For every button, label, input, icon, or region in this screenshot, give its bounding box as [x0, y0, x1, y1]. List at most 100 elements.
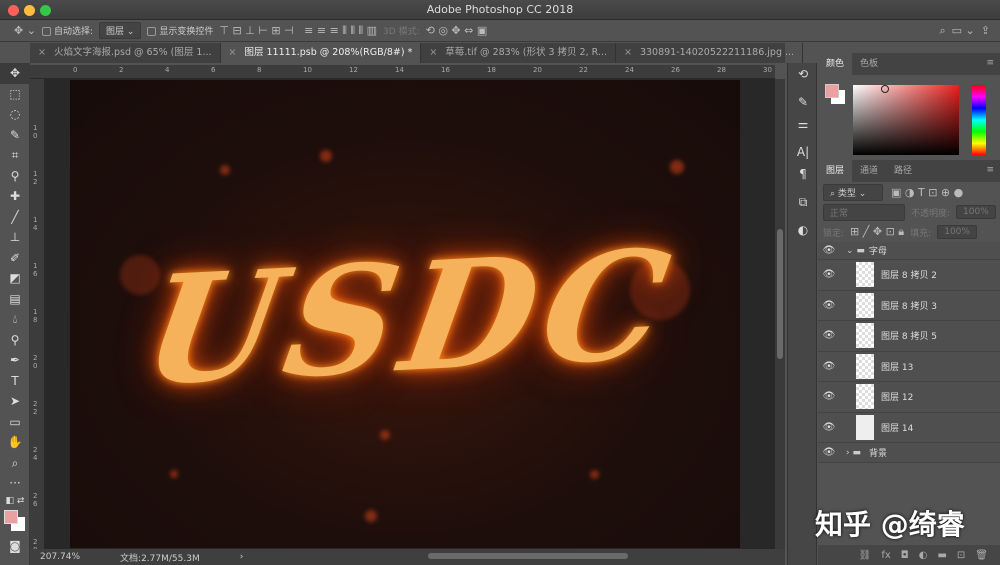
path-select-tool-icon[interactable]: ➤ [0, 391, 30, 412]
blend-mode-dropdown[interactable]: 正常 [823, 203, 905, 221]
tab-doc-1[interactable]: × 火焰文字海报.psd @ 65% (图层 1... [30, 43, 221, 63]
brush-tool-icon[interactable]: ╱ [0, 207, 30, 228]
layer-row[interactable]: 👁︎ 图层 8 拷贝 2 [818, 260, 1000, 291]
layer-group-background[interactable]: 👁︎ › ▬ 背景 [818, 443, 1000, 463]
3d-panel-icon[interactable]: ⧉ [788, 191, 818, 213]
vertical-scroll-thumb[interactable] [777, 229, 783, 359]
workspace-icon[interactable]: ▭ ⌄ [952, 24, 975, 37]
link-layers-icon[interactable]: ⛓ [859, 550, 872, 561]
close-tab-icon[interactable]: × [229, 47, 237, 58]
adjustments-icon[interactable]: ◐ [788, 219, 818, 241]
lock-label: 锁定: [823, 228, 845, 239]
type-tool-icon[interactable]: T [0, 371, 30, 392]
layer-row[interactable]: 👁︎ 图层 12 [818, 382, 1000, 413]
hand-tool-icon[interactable]: ✋ [0, 432, 30, 453]
document-canvas[interactable]: USDC [70, 80, 740, 548]
quick-mask-icon[interactable]: ◙ [0, 536, 30, 557]
panel-menu-icon[interactable]: ≡ [986, 58, 994, 68]
move-tool-icon[interactable]: ✥ [0, 63, 30, 84]
tab-layers[interactable]: 图层 [818, 160, 853, 182]
healing-brush-tool-icon[interactable]: ✚ [0, 186, 30, 207]
visibility-eye-icon[interactable]: 👁︎ [818, 361, 840, 372]
dodge-tool-icon[interactable]: ⚲ [0, 330, 30, 351]
new-layer-icon[interactable]: ⊡ [957, 550, 965, 561]
status-menu-arrow[interactable]: › [240, 552, 244, 562]
visibility-eye-icon[interactable]: 👁︎ [818, 330, 840, 341]
tab-doc-2[interactable]: × 图层 11111.psb @ 208%(RGB/8#) * [220, 43, 422, 63]
delete-layer-icon[interactable]: 🗑︎ [975, 550, 988, 561]
tab-paths[interactable]: 路径 [886, 160, 920, 182]
tab-color[interactable]: 颜色 [818, 53, 853, 75]
clone-stamp-tool-icon[interactable]: ⊥ [0, 227, 30, 248]
layer-row[interactable]: 👁︎ 图层 8 拷贝 5 [818, 321, 1000, 352]
hue-slider[interactable] [972, 85, 986, 155]
visibility-eye-icon[interactable]: 👁︎ [818, 447, 840, 458]
visibility-eye-icon[interactable]: 👁︎ [818, 422, 840, 433]
fill-input[interactable]: 100% [937, 225, 977, 239]
tab-doc-4[interactable]: × 330891-14020522211186.jpg ... [616, 43, 804, 63]
blur-tool-icon[interactable]: 💧︎ [0, 309, 30, 330]
search-icon[interactable]: ⌕ [940, 24, 946, 38]
tab-doc-3[interactable]: × 草莓.tif @ 283% (形状 3 拷贝 2, R... [421, 43, 616, 63]
rectangle-tool-icon[interactable]: ▭ [0, 412, 30, 433]
tab-swatches[interactable]: 色板 [852, 53, 886, 75]
crop-tool-icon[interactable]: ⌗ [0, 145, 30, 166]
history-icon[interactable]: ⟲ [788, 63, 818, 85]
layer-row[interactable]: 👁︎ 图层 14 [818, 412, 1000, 443]
horizontal-scroll-thumb[interactable] [428, 553, 628, 559]
quick-select-tool-icon[interactable]: ✎ [0, 125, 30, 146]
foreground-color-chip[interactable] [825, 84, 839, 98]
move-tool-preset-icon[interactable]: ✥ ⌄ [14, 24, 36, 37]
filter-icons[interactable]: ▣ ◑ T ⊡ ⊕ ● [891, 186, 963, 199]
new-group-icon[interactable]: ▬ [937, 550, 946, 561]
panel-menu-icon[interactable]: ≡ [986, 165, 994, 175]
auto-select-dropdown[interactable]: 图层 ⌄ [98, 22, 142, 39]
close-tab-icon[interactable]: × [429, 47, 437, 58]
close-tab-icon[interactable]: × [38, 47, 46, 58]
visibility-eye-icon[interactable]: 👁︎ [818, 391, 840, 402]
opacity-input[interactable]: 100% [956, 205, 996, 219]
layer-row[interactable]: 👁︎ 图层 13 [818, 351, 1000, 382]
document-size: 文档:2.77M/55.3M [120, 553, 200, 564]
swap-colors-icon[interactable]: ◧ ⇄ [0, 494, 30, 508]
layer-name: 图层 12 [881, 393, 914, 404]
color-swatches[interactable] [0, 508, 29, 536]
visibility-eye-icon[interactable]: 👁︎ [818, 269, 840, 280]
visibility-eye-icon[interactable]: 👁︎ [818, 245, 840, 256]
adjust-presets-icon[interactable]: ⚌ [788, 113, 818, 135]
lasso-tool-icon[interactable]: ◌ [0, 104, 30, 125]
close-tab-icon[interactable]: × [624, 47, 632, 58]
ruler-vertical: 10121416182022242628 [30, 79, 44, 554]
character-icon[interactable]: A| [788, 141, 818, 163]
more-tools-icon[interactable]: ··· [0, 473, 30, 494]
pen-tool-icon[interactable]: ✒ [0, 350, 30, 371]
3d-tools-icons[interactable]: ⟲ ◎ ✥ ⇔ ▣ [426, 24, 488, 37]
paragraph-icon[interactable]: ¶ [788, 163, 818, 185]
show-transform-checkbox[interactable]: 显示变换控件 [147, 24, 213, 37]
color-picker-cursor[interactable] [881, 85, 889, 93]
zoom-level[interactable]: 207.74% [40, 552, 80, 562]
visibility-eye-icon[interactable]: 👁︎ [818, 300, 840, 311]
auto-select-checkbox[interactable]: 自动选择: [41, 24, 93, 37]
marquee-tool-icon[interactable]: ⬚ [0, 84, 30, 105]
layer-name: 字母 [868, 247, 887, 257]
share-icon[interactable]: ⇪ [981, 24, 990, 37]
layer-row[interactable]: 👁︎ 图层 8 拷贝 3 [818, 290, 1000, 321]
layer-filter-dropdown[interactable]: ⌕ 类型 ⌄ [823, 183, 883, 201]
vertical-scrollbar[interactable] [775, 79, 785, 549]
eyedropper-tool-icon[interactable]: ⚲ [0, 166, 30, 187]
align-icons[interactable]: ⊤ ⊟ ⊥ ⊢ ⊞ ⊣ ≡ ≡ ≡ ⫴ ⫴ ⫴ ▥ [219, 24, 377, 38]
tab-channels[interactable]: 通道 [852, 160, 886, 182]
layer-group-letters[interactable]: 👁︎ ⌄ ▬ 字母 [818, 242, 1000, 260]
zoom-tool-icon[interactable]: ⌕ [0, 453, 30, 474]
fx-icon[interactable]: fx [881, 550, 890, 561]
add-mask-icon[interactable]: ◘ [901, 550, 909, 561]
color-field[interactable] [853, 85, 959, 155]
brush-settings-icon[interactable]: ✎ [788, 91, 818, 113]
adjustment-layer-icon[interactable]: ◐ [919, 550, 928, 561]
foreground-color-swatch[interactable] [4, 509, 18, 524]
gradient-tool-icon[interactable]: ▤ [0, 289, 30, 310]
eraser-tool-icon[interactable]: ◩ [0, 268, 30, 289]
history-brush-tool-icon[interactable]: ✐ [0, 248, 30, 269]
lock-icons[interactable]: ⊞ ╱ ✥ ⊡ 🔒︎ [850, 225, 904, 239]
